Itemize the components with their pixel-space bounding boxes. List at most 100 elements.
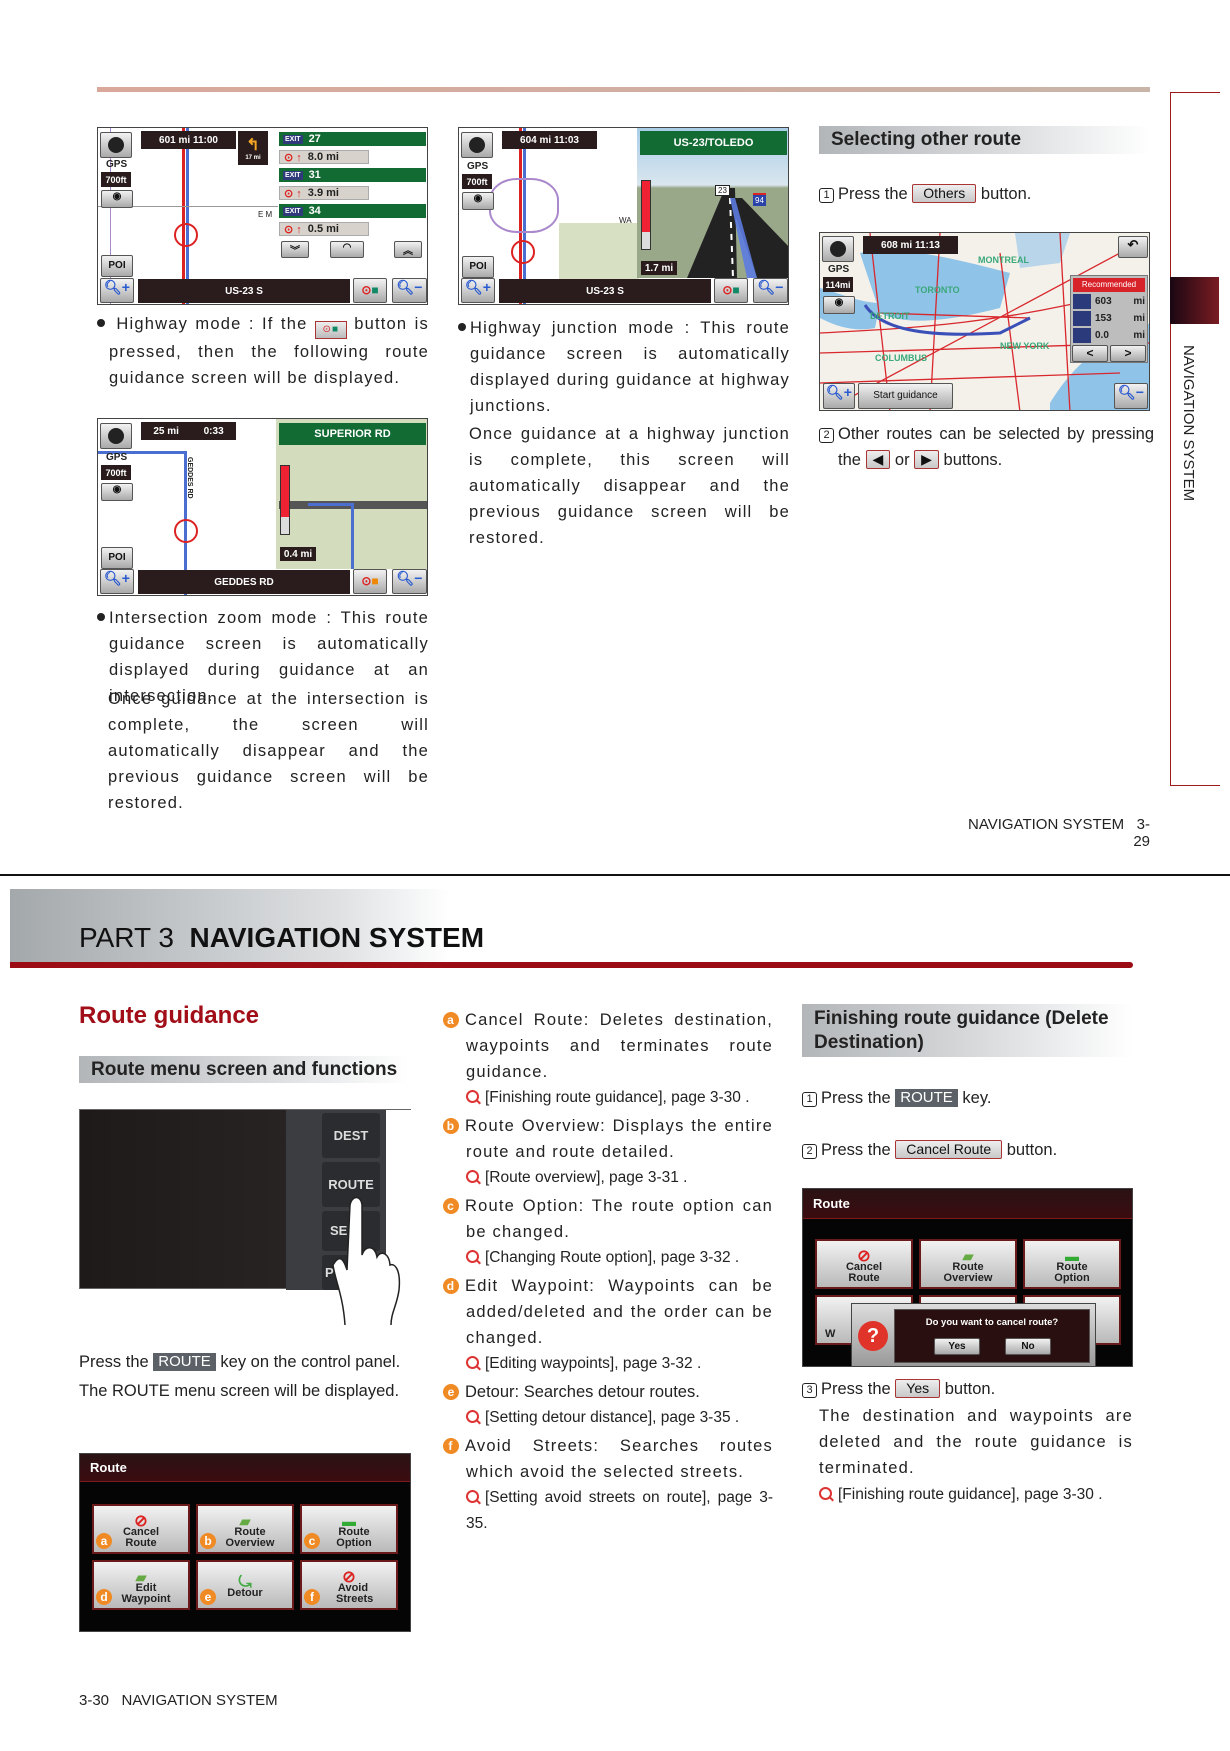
zoom-out-button[interactable]: 🔍︎− [392, 569, 427, 594]
highway-mode-button-inline: ⊙■ [314, 321, 347, 339]
confirm-dialog: ? Do you want to cancel route? Yes No [851, 1303, 1096, 1366]
finish-step-1: 1 Press the ROUTE key. [802, 1085, 991, 1111]
route-overview-tile[interactable]: b ▰ Route Overview [196, 1504, 294, 1554]
scale-indicator: 114mi [823, 277, 853, 292]
scroll-down-button[interactable]: ︾ [281, 241, 309, 258]
detour-tile[interactable]: e ⤿ Detour [196, 1560, 294, 1610]
speaker-icon[interactable]: ◉ [823, 296, 855, 314]
distance-time-info: 608 mi 11:13 [863, 236, 958, 254]
speaker-icon[interactable]: ◉ [101, 483, 133, 501]
section-header-selecting-other-route: Selecting other route [819, 126, 1150, 154]
back-button[interactable]: ↶ [1118, 236, 1148, 258]
intersection-zoom-screen: GEDDES RD 25 mi 0:33 GPS 700ft ◉ POI SUPE… [97, 418, 428, 596]
zoom-in-button[interactable]: 🔍︎+ [461, 278, 495, 303]
top-rule [97, 87, 1150, 92]
road-label: WA [619, 216, 632, 225]
function-item: d Edit Waypoint: Waypoints can be added/d… [443, 1273, 773, 1351]
route-overview-tile[interactable]: ▰ Route Overview [919, 1239, 1017, 1289]
distance-bar [641, 180, 651, 250]
zoom-in-button[interactable]: 🔍︎+ [823, 383, 855, 409]
poi-button[interactable]: POI [101, 547, 133, 569]
distance-bar [280, 465, 290, 535]
city-label: TORONTO [915, 285, 960, 295]
avoid-streets-tile[interactable]: f ⊘ Avoid Streets [300, 1560, 398, 1610]
route-option-tile[interactable]: c ▬ Route Option [300, 1504, 398, 1554]
function-item: a Cancel Route: Deletes destination, wayp… [443, 1007, 773, 1085]
poi-button[interactable]: POI [101, 255, 133, 277]
road-label: E M [258, 210, 273, 219]
interstate-shield: 94 [753, 193, 766, 206]
zoom-in-button[interactable]: 🔍︎+ [100, 278, 134, 303]
side-tab-label: NAVIGATION SYSTEM [1180, 345, 1197, 502]
reference-icon [466, 1410, 479, 1423]
junction-mode-text: Highway junction mode : This route guida… [458, 315, 790, 419]
exit-row: EXIT 34 [279, 204, 426, 218]
no-button[interactable]: No [1005, 1338, 1051, 1355]
function-item: c Route Option: The route option can be c… [443, 1193, 773, 1245]
edit-waypoint-tile[interactable]: d ▰ Edit Waypoint [92, 1560, 190, 1610]
gps-label: GPS [828, 264, 850, 275]
side-tab-marker [1170, 277, 1219, 324]
page-footer-bottom: 3-30 NAVIGATION SYSTEM [79, 1692, 278, 1709]
function-reference: [Finishing route guidance], page 3-30 . [443, 1085, 773, 1111]
function-reference: [Setting detour distance], page 3-35 . [443, 1405, 773, 1431]
scroll-up-button[interactable]: ︽ [394, 241, 422, 258]
zoom-out-button[interactable]: 🔍︎− [753, 278, 788, 303]
speaker-icon[interactable]: ◉ [462, 192, 494, 210]
function-reference: [Setting avoid streets on route], page 3… [466, 1489, 773, 1532]
compass-icon[interactable] [822, 236, 854, 262]
previous-route-button[interactable]: < [1072, 345, 1108, 362]
finish-reference: [Finishing route guidance], page 3-30 . [819, 1482, 1103, 1508]
highway-mode-button[interactable]: ⊙■ [353, 278, 387, 303]
vehicle-position-icon [174, 223, 198, 247]
step-1: 1 Press the Others button. [819, 181, 1031, 207]
zoom-out-button[interactable]: 🔍︎− [1114, 383, 1148, 409]
current-street: US-23 S [499, 279, 711, 303]
current-button[interactable]: ◠ [330, 241, 364, 258]
function-item: e Detour: Searches detour routes. [443, 1379, 773, 1405]
gps-label: GPS [106, 159, 128, 170]
speaker-icon[interactable]: ◉ [101, 190, 133, 208]
highway-mode-button[interactable]: ⊙■ [714, 278, 748, 303]
guidance-mode-button[interactable]: ⊙■ [353, 569, 387, 594]
start-guidance-button[interactable]: Start guidance [858, 383, 953, 409]
reference-icon [819, 1487, 832, 1500]
function-reference: [Route overview], page 3-31 . [443, 1165, 773, 1191]
recommended-label: Recommended [1073, 278, 1145, 292]
road-sign: US-23/TOLEDO [640, 131, 787, 155]
vehicle-position-icon [174, 519, 198, 543]
city-label: MONTREAL [978, 255, 1029, 265]
dialog-question: Do you want to cancel route? [925, 1317, 1059, 1328]
route-distance-row: 0.0 mi [1073, 328, 1145, 343]
zoom-in-button[interactable]: 🔍︎+ [100, 569, 134, 594]
dest-key[interactable]: DEST [322, 1113, 380, 1158]
reference-icon [466, 1170, 479, 1183]
finish-result-text: The destination and waypoints are delete… [819, 1407, 1133, 1477]
function-item: b Route Overview: Displays the entire rou… [443, 1113, 773, 1165]
cancel-route-tile[interactable]: ⊘ Cancel Route [815, 1239, 913, 1289]
part-header-rule [10, 962, 1133, 968]
highway-junction-screen: WA 604 mi 11:03 GPS 700ft ◉ POI US-23/TO… [458, 127, 789, 305]
yes-button[interactable]: Yes [934, 1338, 980, 1355]
highway-mode-text: Highway mode : If the ⊙■ button is press… [97, 311, 429, 391]
vehicle-position-icon [511, 240, 535, 264]
zoom-out-button[interactable]: 🔍︎− [392, 278, 427, 303]
function-reference: [Changing Route option], page 3-32 . [443, 1245, 773, 1271]
next-route-button[interactable]: > [1110, 345, 1146, 362]
yes-button-inline: Yes [895, 1379, 941, 1398]
left-arrow-button-inline: ◀ [865, 450, 891, 469]
step-2: 2 Other routes can be selected by pressin… [819, 421, 1154, 473]
route-option-tile[interactable]: ▬ Route Option [1023, 1239, 1121, 1289]
cancel-route-tile[interactable]: a ⊘ Cancel Route [92, 1504, 190, 1554]
turn-arrow-box: ↰ 17 mi [238, 131, 268, 165]
gps-label: GPS [467, 161, 489, 172]
poi-button[interactable]: POI [462, 256, 494, 278]
compass-icon[interactable] [100, 132, 132, 158]
compass-icon[interactable] [100, 423, 132, 449]
pointing-hand-icon [332, 1196, 401, 1325]
compass-icon[interactable] [461, 132, 493, 158]
city-label: NEW YORK [1000, 341, 1050, 351]
reference-icon [466, 1356, 479, 1369]
press-route-key-text: Press the ROUTE key on the control panel… [79, 1353, 401, 1371]
reference-icon [466, 1090, 479, 1103]
